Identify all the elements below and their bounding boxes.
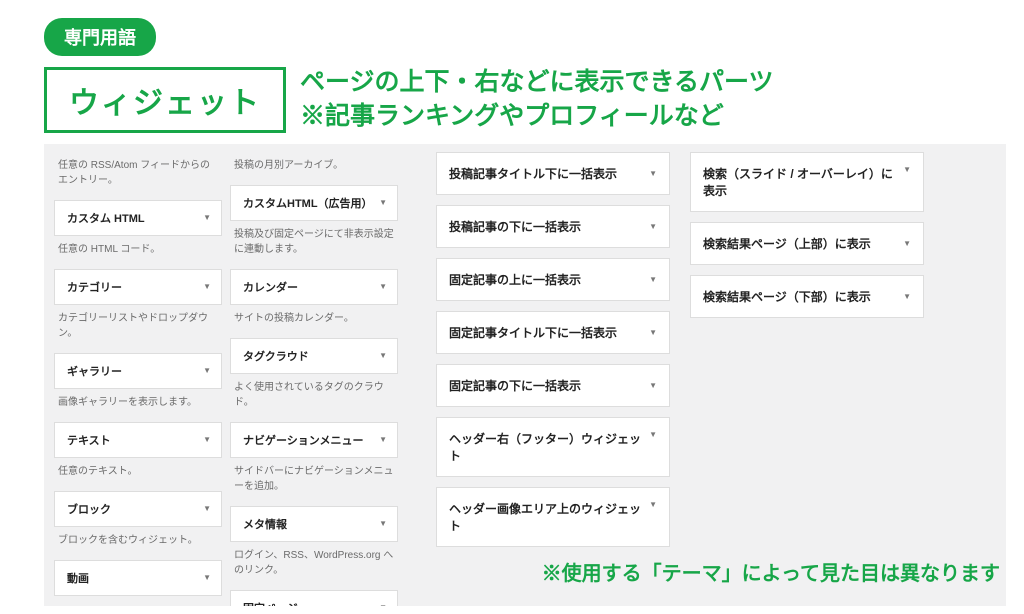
widget-description: ログイン、RSS、WordPress.org へのリンク。 [230, 542, 398, 590]
definition-line2: ※記事ランキングやプロフィールなど [300, 100, 774, 134]
widget-description: サイドバーにナビゲーションメニューを追加。 [230, 458, 398, 506]
widget-item[interactable]: テキスト ▼ [54, 422, 222, 458]
widget-item[interactable]: ブロック ▼ [54, 491, 222, 527]
widget-title: 動画 [67, 570, 89, 586]
chevron-down-icon: ▼ [649, 169, 657, 178]
chevron-down-icon: ▼ [379, 603, 387, 606]
widget-area-title: ヘッダー右（フッター）ウィジェット [449, 430, 643, 464]
chevron-down-icon: ▼ [649, 500, 657, 509]
chevron-down-icon: ▼ [379, 282, 387, 291]
chevron-down-icon: ▼ [379, 351, 387, 360]
definition-line1: ページの上下・右などに表示できるパーツ [300, 66, 774, 100]
widget-description: 任意の RSS/Atom フィードからのエントリー。 [54, 152, 222, 200]
widget-title: ブロック [67, 501, 111, 517]
chevron-down-icon: ▼ [649, 328, 657, 337]
widget-title: 固定ページ [243, 600, 298, 606]
widget-area-item[interactable]: 固定記事の上に一括表示 ▼ [436, 258, 670, 301]
widget-item[interactable]: タグクラウド ▼ [230, 338, 398, 374]
widget-area-title: 投稿記事の下に一括表示 [449, 218, 581, 235]
chevron-down-icon: ▼ [649, 430, 657, 439]
available-widgets-col-2: 投稿の月別アーカイブ。カスタムHTML（広告用） ▼ 投稿及び固定ページにて非表示設… [230, 152, 398, 606]
widget-area-item[interactable]: ヘッダー画像エリア上のウィジェット ▼ [436, 487, 670, 547]
chevron-down-icon: ▼ [203, 282, 211, 291]
widget-title: カスタム HTML [67, 210, 145, 226]
widget-description: サイトの投稿カレンダー。 [230, 305, 398, 338]
available-widgets-col-1: 任意の RSS/Atom フィードからのエントリー。カスタム HTML ▼ 任意の … [54, 152, 222, 606]
widget-description: 任意のテキスト。 [54, 458, 222, 491]
widget-title: テキスト [67, 432, 111, 448]
widget-area-item[interactable]: 検索（スライド / オーバーレイ）に表示 ▼ [690, 152, 924, 212]
widget-description: カテゴリーリストやドロップダウン。 [54, 305, 222, 353]
widget-title: ナビゲーションメニュー [243, 432, 363, 448]
widget-item[interactable]: 固定ページ ▼ [230, 590, 398, 606]
widget-area-title: 投稿記事タイトル下に一括表示 [449, 165, 617, 182]
widget-area-item[interactable]: 固定記事の下に一括表示 ▼ [436, 364, 670, 407]
widget-area-title: 検索結果ページ（上部）に表示 [703, 235, 871, 252]
widget-item[interactable]: カテゴリー ▼ [54, 269, 222, 305]
widget-description: 画像ギャラリーを表示します。 [54, 389, 222, 422]
widget-item[interactable]: ナビゲーションメニュー ▼ [230, 422, 398, 458]
widget-title: カレンダー [243, 279, 298, 295]
chevron-down-icon: ▼ [903, 239, 911, 248]
terminology-badge: 専門用語 [44, 18, 156, 56]
widget-title: ギャラリー [67, 363, 122, 379]
widget-area-item[interactable]: ヘッダー右（フッター）ウィジェット ▼ [436, 417, 670, 477]
widgets-panel: 任意の RSS/Atom フィードからのエントリー。カスタム HTML ▼ 任意の … [44, 144, 1006, 606]
widget-area-title: 検索結果ページ（下部）に表示 [703, 288, 871, 305]
widget-area-item[interactable]: 投稿記事タイトル下に一括表示 ▼ [436, 152, 670, 195]
chevron-down-icon: ▼ [903, 165, 911, 174]
widget-item[interactable]: カスタムHTML（広告用） ▼ [230, 185, 398, 221]
widget-areas-col-2: 検索（スライド / オーバーレイ）に表示▼検索結果ページ（上部）に表示▼検索結果… [690, 152, 924, 606]
chevron-down-icon: ▼ [379, 198, 387, 207]
chevron-down-icon: ▼ [379, 519, 387, 528]
chevron-down-icon: ▼ [379, 435, 387, 444]
widget-area-item[interactable]: 検索結果ページ（下部）に表示 ▼ [690, 275, 924, 318]
chevron-down-icon: ▼ [649, 222, 657, 231]
widget-description: 投稿の月別アーカイブ。 [230, 152, 398, 185]
widget-area-title: 固定記事の上に一括表示 [449, 271, 581, 288]
widget-title: カスタムHTML（広告用） [243, 195, 373, 211]
chevron-down-icon: ▼ [203, 213, 211, 222]
chevron-down-icon: ▼ [203, 435, 211, 444]
widget-title: メタ情報 [243, 516, 287, 532]
widget-description: 投稿及び固定ページにて非表示設定に連動します。 [230, 221, 398, 269]
widget-item[interactable]: ギャラリー ▼ [54, 353, 222, 389]
chevron-down-icon: ▼ [649, 275, 657, 284]
widget-description: ブロックを含むウィジェット。 [54, 527, 222, 560]
widget-area-title: 固定記事の下に一括表示 [449, 377, 581, 394]
term-box: ウィジェット [44, 67, 286, 133]
chevron-down-icon: ▼ [903, 292, 911, 301]
definition: ページの上下・右などに表示できるパーツ ※記事ランキングやプロフィールなど [300, 66, 774, 134]
widget-item[interactable]: カスタム HTML ▼ [54, 200, 222, 236]
widget-area-item[interactable]: 固定記事タイトル下に一括表示 ▼ [436, 311, 670, 354]
chevron-down-icon: ▼ [203, 366, 211, 375]
widget-description: 任意の HTML コード。 [54, 236, 222, 269]
widget-item[interactable]: 動画 ▼ [54, 560, 222, 596]
header-row: ウィジェット ページの上下・右などに表示できるパーツ ※記事ランキングやプロフィ… [44, 66, 1024, 134]
widget-areas-col-1: 投稿記事タイトル下に一括表示▼投稿記事の下に一括表示▼固定記事の上に一括表示▼固… [436, 152, 670, 606]
chevron-down-icon: ▼ [203, 573, 211, 582]
widget-title: カテゴリー [67, 279, 122, 295]
widget-area-item[interactable]: 検索結果ページ（上部）に表示 ▼ [690, 222, 924, 265]
chevron-down-icon: ▼ [649, 381, 657, 390]
widget-description: よく使用されているタグのクラウド。 [230, 374, 398, 422]
widget-item[interactable]: メタ情報 ▼ [230, 506, 398, 542]
chevron-down-icon: ▼ [203, 504, 211, 513]
widget-area-title: ヘッダー画像エリア上のウィジェット [449, 500, 643, 534]
widget-item[interactable]: カレンダー ▼ [230, 269, 398, 305]
widget-title: タグクラウド [243, 348, 309, 364]
widget-area-title: 固定記事タイトル下に一括表示 [449, 324, 617, 341]
widget-area-title: 検索（スライド / オーバーレイ）に表示 [703, 165, 897, 199]
widget-area-item[interactable]: 投稿記事の下に一括表示 ▼ [436, 205, 670, 248]
footnote: ※使用する「テーマ」によって見た目は異なります [542, 557, 1000, 586]
